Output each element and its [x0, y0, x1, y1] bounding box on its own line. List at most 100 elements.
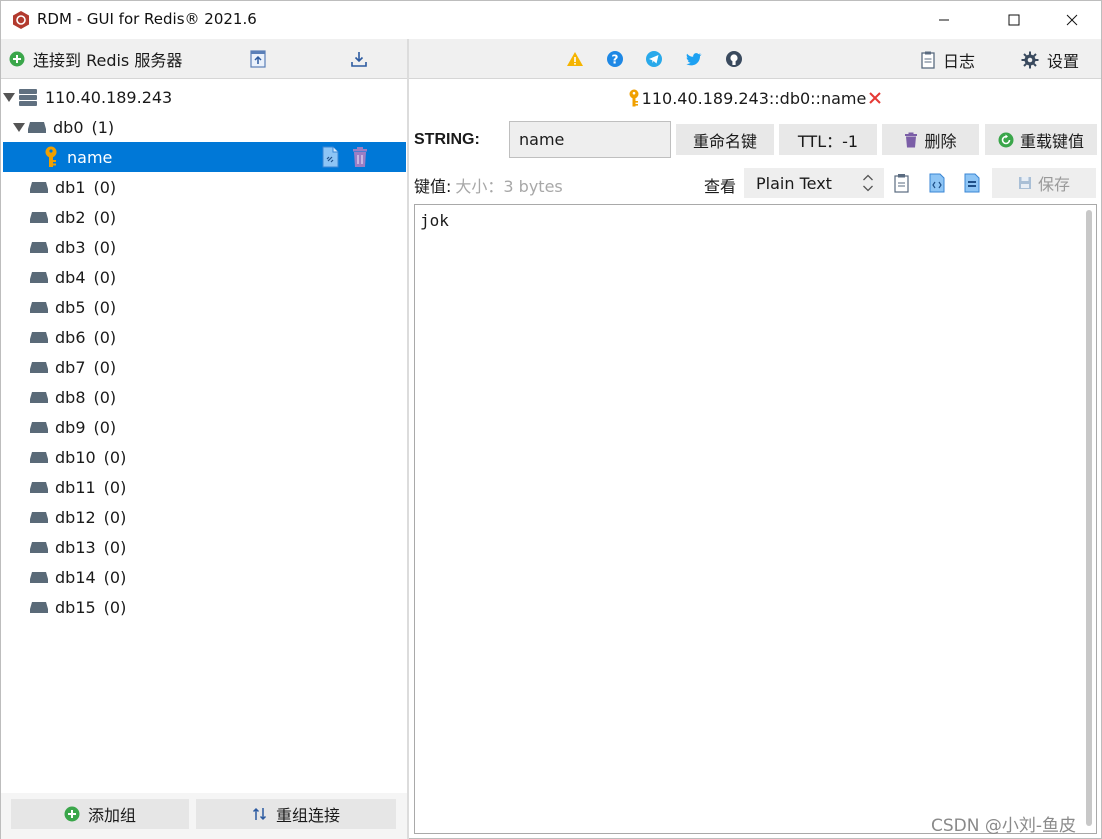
value-size: 大小：3 bytes [455, 177, 563, 196]
tree-db-node-db1[interactable]: db1 (0) [3, 172, 406, 202]
tree-db-node-db5[interactable]: db5 (0) [3, 292, 406, 322]
maximize-icon [1008, 14, 1020, 26]
database-icon [30, 542, 48, 553]
help-icon[interactable]: ? [606, 50, 624, 68]
db-key-count: (0) [103, 597, 127, 617]
server-name: 110.40.189.243 [45, 87, 173, 107]
database-icon [30, 452, 48, 463]
settings-button[interactable]: 设置 [1021, 48, 1079, 72]
tree-db-node-db2[interactable]: db2 (0) [3, 202, 406, 232]
key-name-input[interactable]: name [509, 121, 671, 158]
db-name: db0 [53, 117, 84, 137]
tree-db-node-db9[interactable]: db9 (0) [3, 412, 406, 442]
database-icon [30, 572, 48, 583]
regroup-connections-button[interactable]: 重组连接 [196, 799, 396, 829]
telegram-icon[interactable] [645, 50, 663, 68]
key-icon [45, 146, 57, 167]
close-button[interactable] [1049, 1, 1095, 39]
server-icon [19, 89, 37, 106]
floppy-icon [1018, 177, 1031, 189]
rename-key-button[interactable]: 重命名键 [676, 124, 774, 155]
tree-db-node-db7[interactable]: db7 (0) [3, 352, 406, 382]
save-button[interactable]: 保存 [992, 168, 1096, 198]
tree-db-node-db4[interactable]: db4 (0) [3, 262, 406, 292]
tree-db-node-db13[interactable]: db13 (0) [3, 532, 406, 562]
db-name: db12 [55, 507, 96, 527]
db-name: db2 [55, 207, 86, 227]
view-as-label: 查看 [704, 177, 737, 196]
json-code-icon[interactable] [928, 173, 946, 193]
tree-db-node-db11[interactable]: db11 (0) [3, 472, 406, 502]
database-icon [30, 362, 48, 373]
expand-arrow-icon[interactable] [13, 121, 25, 133]
delete-label: 删除 [924, 131, 957, 151]
github-icon[interactable] [725, 50, 743, 68]
copy-value-icon[interactable] [893, 173, 911, 193]
db-key-count: (0) [103, 477, 127, 497]
value-label: 键值: [414, 177, 452, 196]
db-name: db10 [55, 447, 96, 467]
reload-value-button[interactable]: 重载键值 [985, 124, 1097, 155]
db-key-count: (0) [93, 297, 117, 317]
tree-key-node[interactable]: name [3, 142, 406, 172]
connect-label: 连接到 Redis 服务器 [33, 51, 183, 70]
minimize-button[interactable] [921, 1, 967, 39]
window-title: RDM - GUI for Redis® 2021.6 [37, 10, 257, 28]
tree-db-node-db14[interactable]: db14 (0) [3, 562, 406, 592]
tree-db-node-db12[interactable]: db12 (0) [3, 502, 406, 532]
twitter-icon[interactable] [685, 50, 703, 68]
ttl-button[interactable]: TTL：-1 [779, 124, 877, 155]
database-icon [30, 302, 48, 313]
format-select[interactable]: Plain Text [744, 168, 884, 198]
add-circle-icon [64, 806, 80, 822]
trash-icon [905, 132, 918, 147]
db-key-count: (0) [103, 567, 127, 587]
binary-file-icon[interactable] [963, 173, 981, 193]
tree-server-node[interactable]: 110.40.189.243 [3, 82, 406, 112]
database-icon [30, 602, 48, 613]
tree-db-node-db8[interactable]: db8 (0) [3, 382, 406, 412]
export-icon[interactable] [349, 49, 369, 69]
tree-db-node-db15[interactable]: db15 (0) [3, 592, 406, 622]
copy-key-icon[interactable] [321, 146, 339, 168]
close-icon [1066, 14, 1078, 26]
key-type-label: STRING: [414, 131, 480, 148]
tree-db-node-db3[interactable]: db3 (0) [3, 232, 406, 262]
tree-db-node-db6[interactable]: db6 (0) [3, 322, 406, 352]
left-bottom-bar: 添加组 重组连接 [1, 793, 407, 839]
settings-label: 设置 [1047, 52, 1080, 71]
connect-server-button[interactable]: 连接到 Redis 服务器 [9, 47, 182, 71]
import-icon[interactable] [248, 49, 268, 69]
value-editor[interactable]: jok [414, 204, 1097, 834]
editor-scrollbar[interactable] [1086, 210, 1092, 826]
db-name: db1 [55, 177, 86, 197]
log-button[interactable]: 日志 [921, 48, 975, 72]
database-icon [30, 422, 48, 433]
add-group-button[interactable]: 添加组 [11, 799, 189, 829]
warning-icon[interactable] [566, 50, 584, 68]
trash-icon[interactable] [351, 146, 369, 168]
tree-db-node-db10[interactable]: db10 (0) [3, 442, 406, 472]
db-key-count: (0) [93, 327, 117, 347]
right-toolbar: ? 日志 设置 [409, 39, 1101, 79]
app-window: RDM - GUI for Redis® 2021.6 连接到 Redis 服务… [0, 0, 1102, 839]
value-text[interactable]: jok [420, 211, 449, 230]
refresh-icon [998, 132, 1014, 147]
tree-db-node-db0[interactable]: db0 (1) [3, 112, 406, 142]
db-key-count: (0) [93, 177, 117, 197]
close-tab-icon[interactable] [868, 91, 882, 105]
db-name: db9 [55, 417, 86, 437]
db-key-count: (0) [93, 237, 117, 257]
database-icon [30, 482, 48, 493]
value-tab[interactable]: 110.40.189.243::db0::name [409, 81, 1101, 115]
maximize-button[interactable] [991, 1, 1037, 39]
db-key-count: (0) [103, 447, 127, 467]
db-name: db5 [55, 297, 86, 317]
db-name: db4 [55, 267, 86, 287]
db-key-count: (0) [93, 357, 117, 377]
delete-key-button[interactable]: 删除 [882, 124, 979, 155]
format-value: Plain Text [756, 173, 832, 193]
add-group-label: 添加组 [87, 806, 136, 825]
db-name: db3 [55, 237, 86, 257]
expand-arrow-icon[interactable] [3, 91, 15, 103]
